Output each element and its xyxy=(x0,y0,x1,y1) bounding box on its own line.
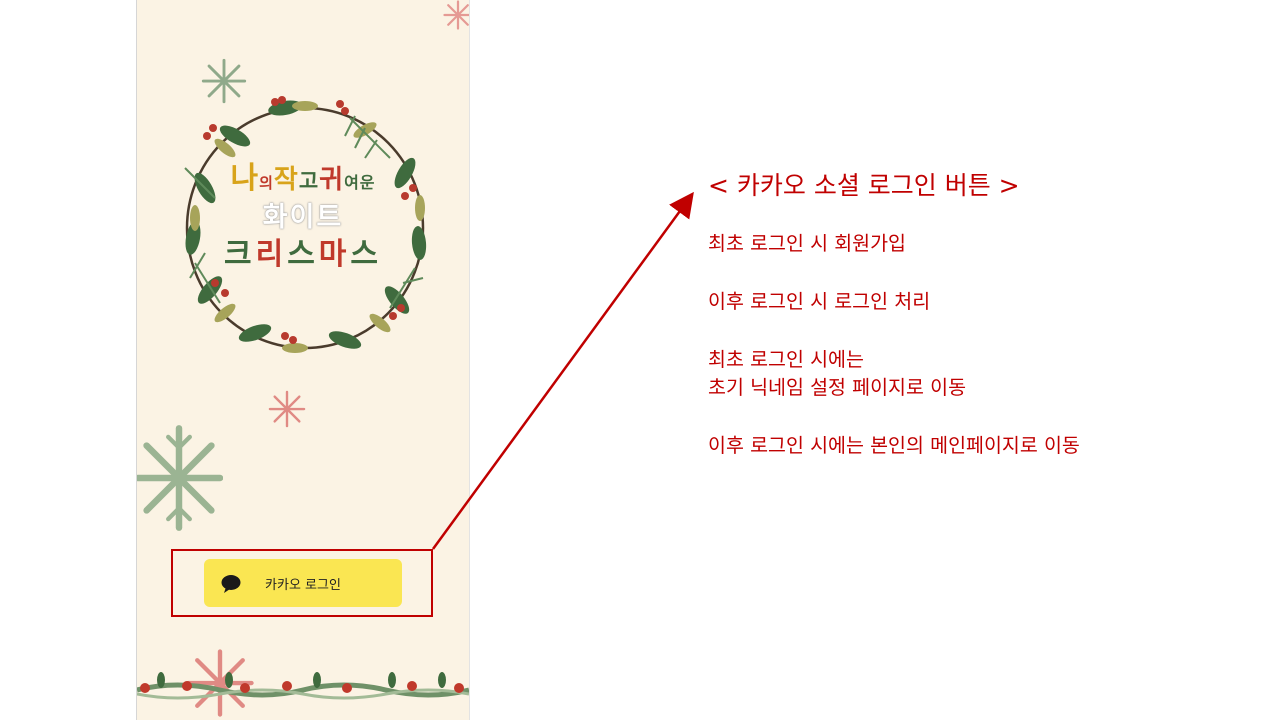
annotation-line: 이후 로그인 시 로그인 처리 xyxy=(708,290,931,313)
annotation-panel: < 카카오 소셜 로그인 버튼 > 최초 로그인 시 회원가입 이후 로그인 시… xyxy=(708,168,1080,460)
annotation-line: 최초 로그인 시에는 xyxy=(708,348,864,371)
title-char: 리 xyxy=(255,237,288,272)
snowflake-icon xyxy=(443,0,469,30)
title-char: 운 xyxy=(359,173,376,192)
title-line-3: 크리스마스 xyxy=(137,236,469,274)
snowflake-icon xyxy=(137,425,223,531)
title-char: 크 xyxy=(223,237,256,272)
title-char: 고 xyxy=(298,169,320,193)
snowflake-icon xyxy=(201,58,247,104)
annotation-line: 이후 로그인 시에는 본인의 메인페이지로 이동 xyxy=(708,434,1080,457)
annotation-line: 최초 로그인 시 회원가입 xyxy=(708,232,906,255)
highlight-box xyxy=(171,549,433,617)
title-char: 마 xyxy=(318,237,351,272)
title-line-1: 나의작고귀여운 xyxy=(137,162,469,200)
garland-graphic xyxy=(137,672,469,700)
annotation-line: 초기 닉네임 설정 페이지로 이동 xyxy=(708,376,967,399)
snowflake-icon xyxy=(268,390,306,428)
annotation-heading: < 카카오 소셜 로그인 버튼 > xyxy=(708,171,1020,200)
title-char: 의 xyxy=(259,174,274,192)
title-char: 스 xyxy=(350,237,383,272)
title-char: 여 xyxy=(344,173,360,192)
title-line-2: 화이트 xyxy=(262,202,344,233)
title-char: 나 xyxy=(230,161,260,196)
title-char: 작 xyxy=(273,165,299,195)
title-char: 스 xyxy=(287,237,319,272)
app-title: 나의작고귀여운 화이트 크리스마스 xyxy=(137,162,469,274)
title-char: 귀 xyxy=(319,165,345,195)
